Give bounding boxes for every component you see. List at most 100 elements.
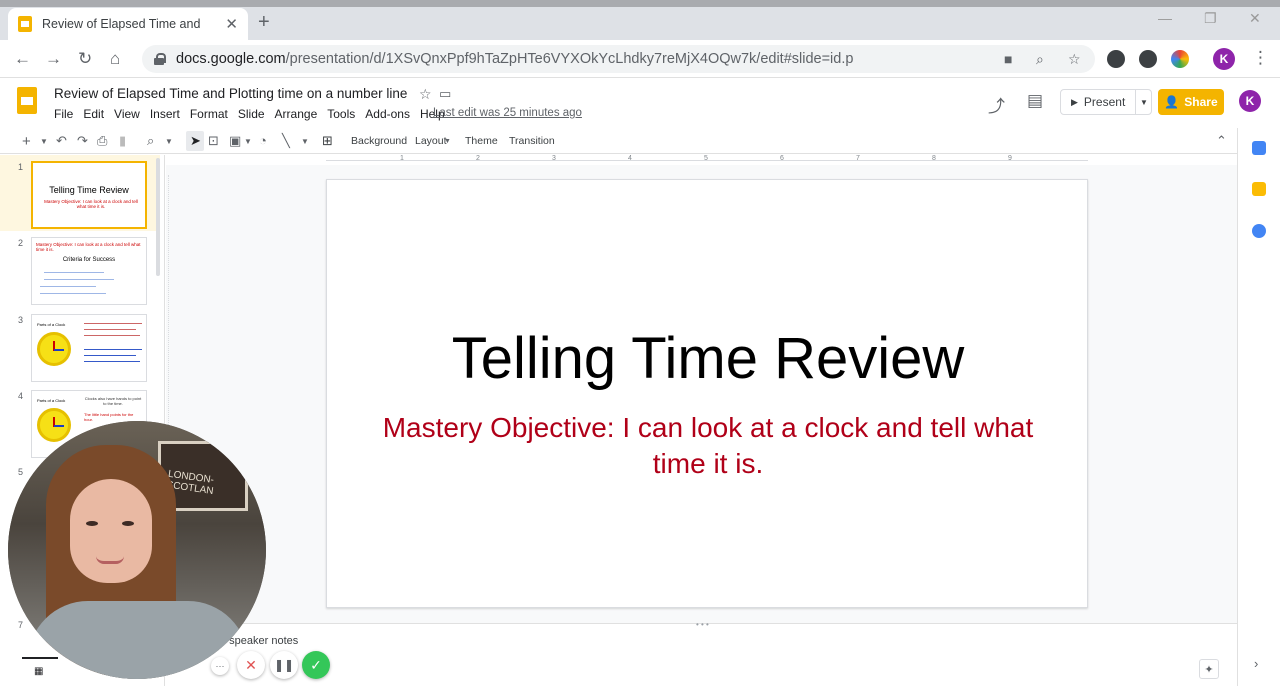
thumb-header: Mastery Objective: I can look at a clock… xyxy=(36,242,141,253)
line-icon[interactable]: ╲ xyxy=(282,133,290,149)
new-tab-button[interactable]: + xyxy=(258,11,270,34)
new-slide-dropdown-icon[interactable]: ▼ xyxy=(40,137,48,146)
browser-tab-strip: Review of Elapsed Time and ✕ + — ❐ ✕ xyxy=(0,0,1280,40)
layout-button[interactable]: Layout xyxy=(415,135,447,147)
reload-icon[interactable]: ↻ xyxy=(78,49,92,69)
paint-format-icon[interactable]: ▮ xyxy=(119,133,126,149)
menu-view[interactable]: View xyxy=(114,107,140,121)
add-comment-icon[interactable]: ⊞ xyxy=(322,133,333,149)
present-dropdown-icon[interactable]: ▼ xyxy=(1140,98,1148,107)
move-folder-icon[interactable]: ▭ xyxy=(439,86,451,102)
recorder-cancel-button[interactable]: ✕ xyxy=(237,651,265,679)
present-play-icon: ▶ xyxy=(1071,96,1078,107)
restore-icon[interactable]: ❐ xyxy=(1204,10,1217,27)
new-slide-icon[interactable]: + xyxy=(22,133,31,150)
recorder-more-button[interactable]: ··· xyxy=(211,657,229,675)
menu-addons[interactable]: Add-ons xyxy=(365,107,410,121)
tasks-icon[interactable] xyxy=(1252,224,1266,238)
thumb-label: Parts of a Clock xyxy=(37,322,66,327)
extension-shield-2-icon[interactable] xyxy=(1139,50,1157,68)
menu-slide[interactable]: Slide xyxy=(238,107,265,121)
shape-icon[interactable]: ◔ xyxy=(259,133,267,148)
menu-arrange[interactable]: Arrange xyxy=(275,107,318,121)
image-icon[interactable]: ▣ xyxy=(229,133,241,149)
notes-resize-handle[interactable]: • • • xyxy=(696,620,709,629)
menu-file[interactable]: File xyxy=(54,107,73,121)
slides-logo-icon[interactable] xyxy=(17,87,37,114)
activity-trend-icon[interactable]: ⤴ xyxy=(988,92,1005,117)
ruler-number: 9 xyxy=(1008,155,1012,162)
comments-icon[interactable]: ▤ xyxy=(1027,91,1043,111)
explore-icon[interactable]: ✦ xyxy=(1199,659,1219,679)
minimize-icon[interactable]: — xyxy=(1158,10,1172,26)
present-button[interactable]: ▶ Present ▼ xyxy=(1060,89,1152,115)
star-icon[interactable]: ☆ xyxy=(419,86,432,103)
camera-icon[interactable]: ■ xyxy=(1004,51,1012,67)
account-avatar[interactable]: K xyxy=(1239,90,1261,112)
zoom-tool-icon[interactable]: ⌕ xyxy=(147,133,154,149)
slide-canvas[interactable]: Telling Time Review Mastery Objective: I… xyxy=(326,179,1088,608)
browser-tab[interactable]: Review of Elapsed Time and ✕ xyxy=(8,8,248,40)
print-icon[interactable]: ⎙ xyxy=(97,133,107,149)
thumb-text-line xyxy=(84,335,140,336)
slide-thumbnail-3[interactable]: Parts of a Clock xyxy=(31,314,147,382)
person-face xyxy=(70,479,152,583)
profile-avatar[interactable]: K xyxy=(1213,48,1235,70)
zoom-dropdown-icon[interactable]: ▼ xyxy=(165,137,173,146)
extension-swirl-icon[interactable] xyxy=(1171,50,1189,68)
menu-insert[interactable]: Insert xyxy=(150,107,180,121)
zoom-icon[interactable]: ⌕ xyxy=(1036,51,1044,68)
select-arrow-icon[interactable]: ➤ xyxy=(190,133,201,149)
text-box-icon[interactable]: ⊡ xyxy=(208,133,219,149)
recorder-finish-button[interactable]: ✓ xyxy=(302,651,330,679)
keep-icon[interactable] xyxy=(1252,182,1266,196)
thumb-text-line xyxy=(40,293,106,294)
menu-format[interactable]: Format xyxy=(190,107,228,121)
slide-thumbnail-2[interactable]: Mastery Objective: I can look at a clock… xyxy=(31,237,147,305)
bookmark-star-icon[interactable]: ☆ xyxy=(1068,51,1081,68)
person-mouth xyxy=(96,556,124,564)
speaker-notes-panel[interactable]: • • • d speaker notes ✦ xyxy=(166,620,1237,686)
last-edit-link[interactable]: Last edit was 25 minutes ago xyxy=(433,107,582,119)
thumb-text-line xyxy=(84,355,136,356)
transition-button[interactable]: Transition xyxy=(509,135,555,147)
horizontal-ruler: 1 2 3 4 5 6 7 8 9 xyxy=(326,155,1088,165)
document-title[interactable]: Review of Elapsed Time and Plotting time… xyxy=(54,86,407,101)
recorder-pause-button[interactable]: ❚❚ xyxy=(270,651,298,679)
share-button[interactable]: 👤 Share xyxy=(1158,89,1224,115)
address-bar[interactable]: docs.google.com/presentation/d/1XSvQnxPp… xyxy=(142,45,1095,73)
ruler-number: 1 xyxy=(400,155,404,162)
undo-icon[interactable]: ↶ xyxy=(56,133,67,149)
lock-icon xyxy=(154,53,166,65)
image-dropdown-icon[interactable]: ▼ xyxy=(244,137,252,146)
collapse-toolbar-icon[interactable]: ⌃ xyxy=(1216,133,1227,149)
tab-close-icon[interactable]: ✕ xyxy=(225,15,238,33)
person-eye xyxy=(86,521,98,526)
expand-panel-icon[interactable]: › xyxy=(1254,656,1258,671)
menu-edit[interactable]: Edit xyxy=(83,107,104,121)
background-button[interactable]: Background xyxy=(351,135,407,147)
calendar-icon[interactable] xyxy=(1252,141,1266,155)
redo-icon[interactable]: ↷ xyxy=(77,133,88,149)
slide-subtitle[interactable]: Mastery Objective: I can look at a clock… xyxy=(357,410,1059,483)
tab-title: Review of Elapsed Time and xyxy=(42,17,201,31)
layout-dropdown-icon[interactable]: ▼ xyxy=(444,138,451,145)
theme-button[interactable]: Theme xyxy=(465,135,498,147)
ruler-number: 5 xyxy=(704,155,708,162)
thumb-label: Parts of a Clock xyxy=(37,398,66,403)
thumb-text-line xyxy=(84,349,142,350)
menu-tools[interactable]: Tools xyxy=(327,107,355,121)
extension-shield-icon[interactable] xyxy=(1107,50,1125,68)
thumb-text-line xyxy=(84,361,140,362)
ruler-number: 6 xyxy=(780,155,784,162)
slide-title[interactable]: Telling Time Review xyxy=(327,325,1089,392)
window-close-icon[interactable]: ✕ xyxy=(1249,10,1261,27)
forward-icon[interactable]: → xyxy=(45,49,62,69)
browser-menu-icon[interactable]: ⋮ xyxy=(1252,48,1269,68)
clock-image xyxy=(37,332,71,366)
filmstrip-scrollbar[interactable] xyxy=(156,158,160,276)
slide-thumbnail-1[interactable]: Telling Time Review Mastery Objective: I… xyxy=(31,161,147,229)
home-icon[interactable]: ⌂ xyxy=(110,49,120,69)
back-icon[interactable]: ← xyxy=(14,49,31,69)
line-dropdown-icon[interactable]: ▼ xyxy=(301,137,309,146)
